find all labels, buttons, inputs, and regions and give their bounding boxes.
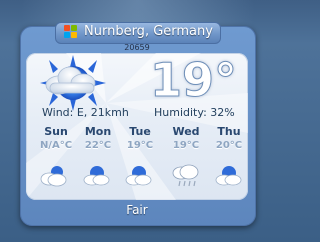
partly-cloudy-icon [83, 166, 110, 186]
forecast-temp-sun: N/A°C [39, 140, 73, 151]
forecast-day-sun: Sun [44, 125, 68, 138]
partly-cloudy-icon [40, 166, 67, 187]
forecast-temp-tue: 19°C [126, 140, 154, 151]
forecast-day-mon: Mon [84, 125, 112, 138]
forecast-temp-wed: 19°C [172, 140, 200, 151]
partly-cloudy-icon [215, 166, 242, 186]
forecast-temp-mon: 22°C [84, 140, 112, 151]
condition-text: Fair [126, 203, 148, 217]
forecast-day-thu: Thu [217, 125, 241, 138]
wind-info: Wind: E, 21kmh [42, 106, 129, 119]
current-temperature: 19° [150, 53, 238, 108]
forecast-temp-thu: 20°C [215, 140, 243, 151]
location-name[interactable]: Nurnberg, Germany [84, 23, 214, 41]
windows-logo-icon [64, 25, 79, 39]
humidity-info: Humidity: 32% [154, 106, 235, 119]
partly-cloudy-icon [125, 166, 152, 186]
sun-partly-cloudy-icon [40, 55, 106, 111]
cloud-rain-icon [172, 164, 199, 187]
forecast-day-wed: Wed [172, 125, 200, 138]
forecast-day-tue: Tue [129, 125, 151, 138]
